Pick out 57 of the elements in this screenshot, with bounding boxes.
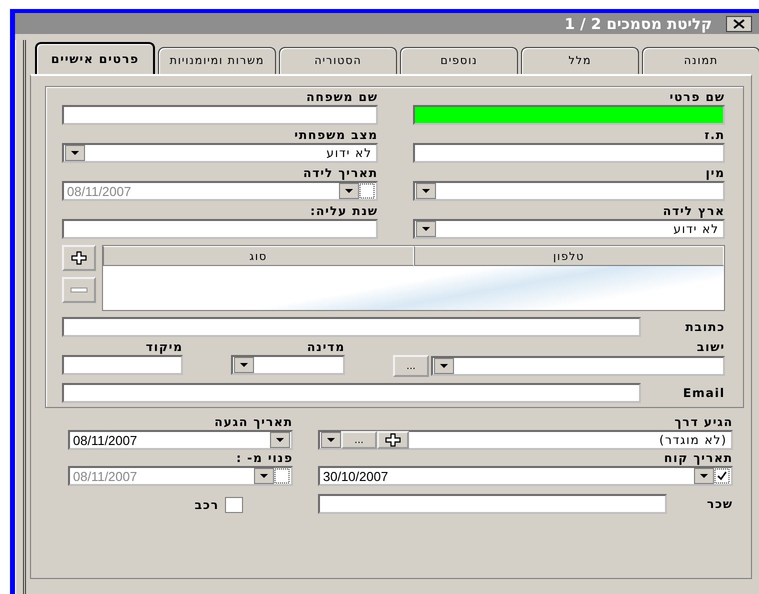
field-label: ת.ז xyxy=(703,127,725,143)
tab[interactable]: מלל xyxy=(521,47,639,74)
field-label: הגיע דרך xyxy=(673,414,733,430)
field-label: Email xyxy=(682,385,725,401)
remove-button[interactable] xyxy=(62,277,96,303)
window-title: קליטת מסמכים 2 / 1 xyxy=(564,14,712,32)
minus-icon xyxy=(70,287,88,293)
checkbox[interactable] xyxy=(359,183,375,199)
column-header[interactable]: טלפון xyxy=(414,246,724,266)
field-label: שכר xyxy=(706,496,733,512)
checkbox[interactable] xyxy=(225,497,243,513)
dropdown-field[interactable]: לא ידוע xyxy=(413,219,725,239)
field-label: מיקוד xyxy=(144,339,183,355)
checkbox[interactable] xyxy=(714,468,730,484)
field-label: שם משפחה xyxy=(305,89,378,105)
field-label: פנוי מ- : xyxy=(235,450,293,466)
tab[interactable]: הסטוריה xyxy=(279,47,397,74)
field-label: שנת עליה: xyxy=(309,203,378,219)
add-button[interactable] xyxy=(62,245,96,271)
field-label: ארץ לידה xyxy=(662,203,725,219)
dropdown-field[interactable] xyxy=(413,181,725,201)
checkbox-label: רכב xyxy=(194,497,219,513)
browse-button[interactable]: ... xyxy=(341,431,377,449)
date-field[interactable]: 30/10/2007 xyxy=(318,466,733,486)
input-field[interactable] xyxy=(62,317,641,337)
plus-icon xyxy=(384,433,402,447)
input-field[interactable] xyxy=(413,143,725,163)
browse-button[interactable]: ... xyxy=(393,355,429,377)
tab[interactable]: תמונה xyxy=(642,47,759,74)
close-icon[interactable] xyxy=(726,16,752,32)
field-label: מדינה xyxy=(306,339,345,355)
field-label: תאריך הגעה xyxy=(213,414,293,430)
input-field[interactable] xyxy=(62,105,378,125)
field-label: ישוב xyxy=(696,339,725,355)
field-label: מצב משפחתי xyxy=(293,127,378,143)
dropdown-field[interactable] xyxy=(431,356,725,376)
input-field[interactable] xyxy=(413,105,725,125)
field-label: מין xyxy=(704,165,725,181)
add-button[interactable] xyxy=(377,431,409,449)
input-field[interactable] xyxy=(62,219,378,239)
field-label: כתובת xyxy=(684,319,725,335)
input-field[interactable] xyxy=(62,355,183,375)
input-field[interactable] xyxy=(62,383,641,403)
input-field[interactable] xyxy=(318,494,667,514)
dropdown-field[interactable]: (לא מוגדר) ... xyxy=(318,430,733,450)
field-label: תאריך קוח xyxy=(663,450,733,466)
dropdown-field[interactable]: לא ידוע xyxy=(62,143,378,163)
dropdown-field[interactable] xyxy=(231,355,345,375)
tab[interactable]: נוספים xyxy=(400,47,518,74)
tab[interactable]: משרות ומיומנויות xyxy=(158,47,276,74)
column-header[interactable]: סוג xyxy=(103,246,414,266)
tab[interactable]: פרטים אישיים xyxy=(35,42,155,74)
field-label: תאריך לידה xyxy=(302,165,378,181)
plus-icon xyxy=(70,251,88,265)
date-field[interactable]: 08/11/2007 xyxy=(68,430,293,450)
field-label: שם פרטי xyxy=(668,89,725,105)
checkbox[interactable] xyxy=(274,468,290,484)
